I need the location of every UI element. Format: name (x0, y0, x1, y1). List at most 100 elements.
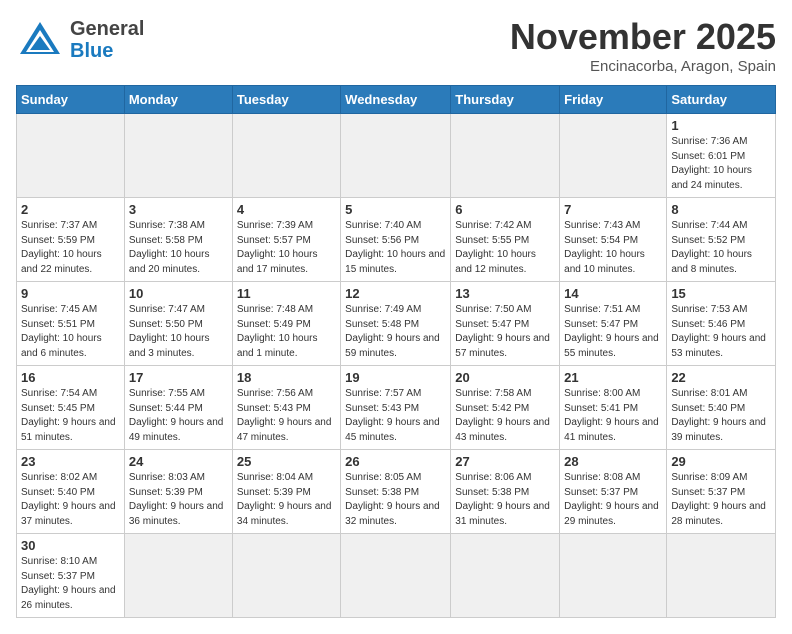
day-number: 25 (237, 454, 336, 469)
table-row: 5 Sunrise: 7:40 AM Sunset: 5:56 PM Daylig… (341, 198, 451, 282)
header-sunday: Sunday (17, 86, 125, 114)
day-number: 5 (345, 202, 446, 217)
day-number: 14 (564, 286, 662, 301)
day-number: 1 (671, 118, 771, 133)
header-tuesday: Tuesday (232, 86, 340, 114)
table-row: 8Sunrise: 7:44 AM Sunset: 5:52 PM Daylig… (667, 198, 776, 282)
title-block: November 2025 Encinacorba, Aragon, Spain (510, 16, 776, 75)
day-info: Sunrise: 8:00 AM Sunset: 5:41 PM Dayligh… (564, 387, 662, 445)
day-number: 17 (129, 370, 228, 385)
day-info: Sunrise: 8:03 AM Sunset: 5:39 PM Dayligh… (129, 471, 228, 529)
table-row (341, 534, 451, 618)
table-row: 18 Sunrise: 7:56 AM Sunset: 5:43 PM Dayli… (232, 366, 340, 450)
day-info: Sunrise: 7:38 AM Sunset: 5:58 PM Dayligh… (129, 219, 228, 277)
day-number: 16 (21, 370, 120, 385)
day-info: Sunrise: 7:54 AM Sunset: 5:45 PM Dayligh… (21, 387, 120, 445)
table-row (124, 114, 232, 198)
day-info: Sunrise: 8:02 AM Sunset: 5:40 PM Dayligh… (21, 471, 120, 529)
table-row: 30Sunrise: 8:10 AM Sunset: 5:37 PM Dayli… (17, 534, 125, 618)
day-info: Sunrise: 8:04 AM Sunset: 5:39 PM Dayligh… (237, 471, 336, 529)
day-info: Sunrise: 8:05 AM Sunset: 5:38 PM Dayligh… (345, 471, 446, 529)
table-row (667, 534, 776, 618)
table-row (232, 114, 340, 198)
day-number: 28 (564, 454, 662, 469)
table-row: 27 Sunrise: 8:06 AM Sunset: 5:38 PM Dayli… (451, 450, 560, 534)
table-row: 17 Sunrise: 7:55 AM Sunset: 5:44 PM Dayli… (124, 366, 232, 450)
day-number: 4 (237, 202, 336, 217)
day-info: Sunrise: 7:55 AM Sunset: 5:44 PM Dayligh… (129, 387, 228, 445)
day-number: 15 (671, 286, 771, 301)
logo: General Blue (16, 16, 144, 64)
table-row: 15 Sunrise: 7:53 AM Sunset: 5:46 PM Dayli… (667, 282, 776, 366)
table-row: 11 Sunrise: 7:48 AM Sunset: 5:49 PM Dayli… (232, 282, 340, 366)
day-number: 11 (237, 286, 336, 301)
calendar-row: 9Sunrise: 7:45 AM Sunset: 5:51 PM Daylig… (17, 282, 776, 366)
day-info: Sunrise: 8:06 AM Sunset: 5:38 PM Dayligh… (455, 471, 555, 529)
day-number: 26 (345, 454, 446, 469)
table-row: 28 Sunrise: 8:08 AM Sunset: 5:37 PM Dayli… (560, 450, 667, 534)
logo-general-text: General (70, 18, 144, 40)
calendar-row: 2 Sunrise: 7:37 AM Sunset: 5:59 PM Daylig… (17, 198, 776, 282)
day-info: Sunrise: 7:37 AM Sunset: 5:59 PM Dayligh… (21, 219, 120, 277)
table-row (124, 534, 232, 618)
day-number: 23 (21, 454, 120, 469)
table-row: 24Sunrise: 8:03 AM Sunset: 5:39 PM Dayli… (124, 450, 232, 534)
day-number: 7 (564, 202, 662, 217)
day-info: Sunrise: 7:58 AM Sunset: 5:42 PM Dayligh… (455, 387, 555, 445)
logo-text: General Blue (70, 18, 144, 62)
header-saturday: Saturday (667, 86, 776, 114)
header-thursday: Thursday (451, 86, 560, 114)
table-row: 12 Sunrise: 7:49 AM Sunset: 5:48 PM Dayli… (341, 282, 451, 366)
table-row: 29Sunrise: 8:09 AM Sunset: 5:37 PM Dayli… (667, 450, 776, 534)
table-row: 10 Sunrise: 7:47 AM Sunset: 5:50 PM Dayli… (124, 282, 232, 366)
table-row: 23 Sunrise: 8:02 AM Sunset: 5:40 PM Dayli… (17, 450, 125, 534)
location-text: Encinacorba, Aragon, Spain (510, 58, 776, 75)
logo-icon (16, 16, 64, 64)
table-row: 1 Sunrise: 7:36 AM Sunset: 6:01 PM Daylig… (667, 114, 776, 198)
day-number: 13 (455, 286, 555, 301)
day-info: Sunrise: 7:49 AM Sunset: 5:48 PM Dayligh… (345, 303, 446, 361)
table-row (17, 114, 125, 198)
table-row (451, 534, 560, 618)
day-number: 12 (345, 286, 446, 301)
table-row: 13Sunrise: 7:50 AM Sunset: 5:47 PM Dayli… (451, 282, 560, 366)
day-number: 3 (129, 202, 228, 217)
day-info: Sunrise: 7:57 AM Sunset: 5:43 PM Dayligh… (345, 387, 446, 445)
day-info: Sunrise: 7:53 AM Sunset: 5:46 PM Dayligh… (671, 303, 771, 361)
day-info: Sunrise: 7:39 AM Sunset: 5:57 PM Dayligh… (237, 219, 336, 277)
table-row: 16 Sunrise: 7:54 AM Sunset: 5:45 PM Dayli… (17, 366, 125, 450)
day-number: 30 (21, 538, 120, 553)
table-row (451, 114, 560, 198)
day-number: 2 (21, 202, 120, 217)
table-row (232, 534, 340, 618)
month-title: November 2025 (510, 16, 776, 58)
day-info: Sunrise: 8:09 AM Sunset: 5:37 PM Dayligh… (671, 471, 771, 529)
day-info: Sunrise: 7:48 AM Sunset: 5:49 PM Dayligh… (237, 303, 336, 361)
table-row (560, 534, 667, 618)
day-info: Sunrise: 7:56 AM Sunset: 5:43 PM Dayligh… (237, 387, 336, 445)
calendar-table: Sunday Monday Tuesday Wednesday Thursday… (16, 85, 776, 618)
day-info: Sunrise: 7:43 AM Sunset: 5:54 PM Dayligh… (564, 219, 662, 277)
table-row: 22Sunrise: 8:01 AM Sunset: 5:40 PM Dayli… (667, 366, 776, 450)
day-number: 10 (129, 286, 228, 301)
calendar-row: 23 Sunrise: 8:02 AM Sunset: 5:40 PM Dayli… (17, 450, 776, 534)
day-number: 19 (345, 370, 446, 385)
day-info: Sunrise: 8:08 AM Sunset: 5:37 PM Dayligh… (564, 471, 662, 529)
table-row: 14Sunrise: 7:51 AM Sunset: 5:47 PM Dayli… (560, 282, 667, 366)
table-row: 21 Sunrise: 8:00 AM Sunset: 5:41 PM Dayli… (560, 366, 667, 450)
table-row: 3 Sunrise: 7:38 AM Sunset: 5:58 PM Daylig… (124, 198, 232, 282)
header-friday: Friday (560, 86, 667, 114)
table-row: 26 Sunrise: 8:05 AM Sunset: 5:38 PM Dayli… (341, 450, 451, 534)
table-row: 9Sunrise: 7:45 AM Sunset: 5:51 PM Daylig… (17, 282, 125, 366)
day-number: 22 (671, 370, 771, 385)
day-info: Sunrise: 7:40 AM Sunset: 5:56 PM Dayligh… (345, 219, 446, 277)
logo-blue-text: Blue (70, 40, 113, 62)
day-number: 18 (237, 370, 336, 385)
header-monday: Monday (124, 86, 232, 114)
day-info: Sunrise: 7:47 AM Sunset: 5:50 PM Dayligh… (129, 303, 228, 361)
day-info: Sunrise: 7:36 AM Sunset: 6:01 PM Dayligh… (671, 135, 771, 193)
day-number: 27 (455, 454, 555, 469)
day-info: Sunrise: 7:45 AM Sunset: 5:51 PM Dayligh… (21, 303, 120, 361)
day-number: 21 (564, 370, 662, 385)
table-row: 2 Sunrise: 7:37 AM Sunset: 5:59 PM Daylig… (17, 198, 125, 282)
